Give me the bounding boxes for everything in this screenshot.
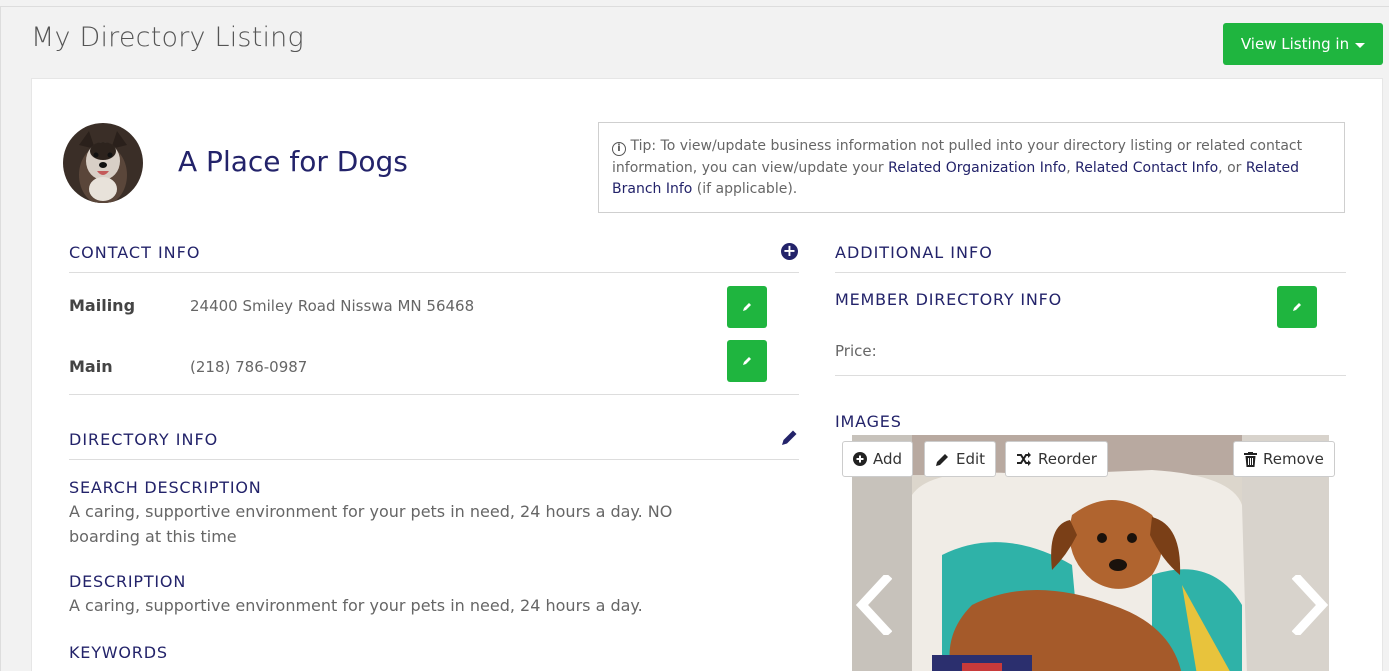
tip-sep-1: , [1066, 159, 1076, 176]
description-label: DESCRIPTION [69, 572, 187, 591]
pencil-icon [743, 303, 751, 311]
avatar [63, 123, 143, 203]
page-title: My Directory Listing [31, 22, 304, 53]
info-icon: i [612, 142, 626, 156]
main-phone-value: (218) 786-0987 [190, 358, 308, 376]
keywords-label: KEYWORDS [69, 643, 168, 662]
reorder-images-button[interactable]: Reorder [1005, 441, 1108, 477]
add-image-label: Add [873, 450, 903, 468]
mailing-label: Mailing [69, 296, 136, 315]
description-value: A caring, supportive environment for you… [69, 596, 643, 615]
tip-box: i Tip: To view/update business informati… [598, 122, 1345, 213]
tip-text-suffix: (if applicable). [692, 181, 798, 197]
add-contact-icon[interactable]: + [781, 243, 798, 260]
divider [69, 272, 799, 273]
divider [69, 394, 799, 395]
divider [835, 272, 1346, 273]
remove-image-label: Remove [1263, 450, 1324, 468]
edit-main-phone-button[interactable] [727, 340, 767, 382]
member-directory-info-label: MEMBER DIRECTORY INFO [835, 290, 1063, 309]
edit-directory-icon[interactable] [780, 428, 799, 447]
search-description-label: SEARCH DESCRIPTION [69, 478, 262, 497]
additional-info-heading: ADDITIONAL INFO [835, 243, 993, 262]
pencil-icon [743, 357, 751, 365]
directory-info-heading: DIRECTORY INFO [69, 430, 219, 449]
edit-mailing-button[interactable] [727, 286, 767, 328]
search-description-line-1: A caring, supportive environment for you… [69, 502, 673, 521]
add-image-button[interactable]: Add [842, 441, 914, 477]
carousel-next-icon[interactable] [1292, 575, 1329, 635]
view-listing-button[interactable]: View Listing in [1223, 23, 1383, 65]
reorder-images-label: Reorder [1038, 450, 1097, 468]
contact-info-heading: CONTACT INFO [69, 243, 201, 262]
images-heading: IMAGES [835, 412, 902, 431]
price-label: Price: [835, 342, 877, 360]
divider [835, 375, 1346, 376]
plus-circle-icon [853, 452, 867, 466]
divider [69, 459, 799, 460]
tip-sep-2: , or [1218, 159, 1246, 176]
carousel-prev-icon[interactable] [852, 575, 892, 635]
related-contact-link[interactable]: Related Contact Info [1075, 160, 1218, 176]
edit-image-button[interactable]: Edit [924, 441, 997, 477]
search-description-line-2: boarding at this time [69, 527, 237, 546]
business-name: A Place for Dogs [178, 145, 408, 178]
main-phone-label: Main [69, 357, 113, 376]
edit-image-label: Edit [956, 450, 986, 468]
remove-image-button[interactable]: Remove [1233, 441, 1335, 477]
trash-icon [1244, 451, 1257, 467]
view-listing-label: View Listing in [1240, 35, 1350, 53]
mailing-address: 24400 Smiley Road Nisswa MN 56468 [190, 297, 475, 315]
related-organization-link[interactable]: Related Organization Info [888, 160, 1066, 176]
pencil-icon [1293, 303, 1301, 311]
pencil-icon [936, 453, 948, 466]
caret-down-icon [1355, 42, 1366, 48]
shuffle-icon [1017, 452, 1031, 466]
edit-member-directory-button[interactable] [1277, 286, 1317, 328]
